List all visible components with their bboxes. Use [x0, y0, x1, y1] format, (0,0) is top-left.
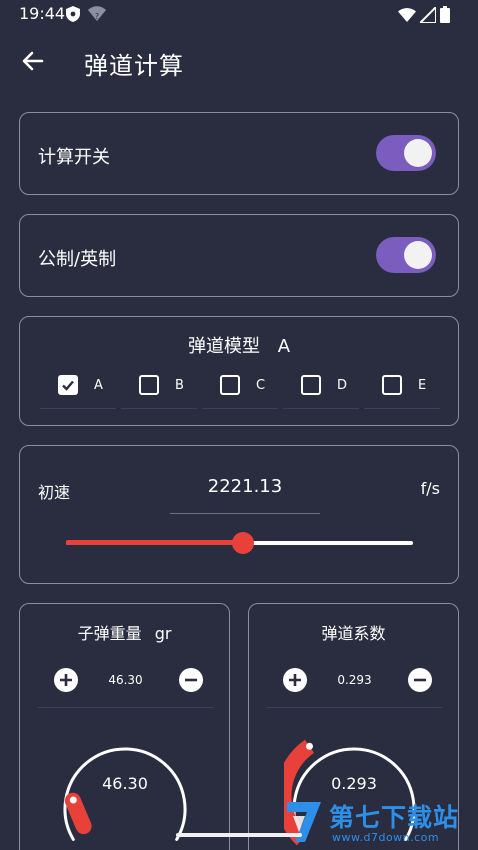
shield-icon: [66, 6, 80, 22]
bullet-weight-unit: gr: [154, 624, 172, 643]
model-option-a[interactable]: A: [40, 367, 116, 409]
unit-switch-card: 公制/英制: [19, 214, 459, 297]
unit-switch-toggle[interactable]: [376, 237, 436, 273]
status-time: 19:44: [19, 4, 66, 23]
velocity-slider[interactable]: [66, 530, 413, 556]
bc-gauge-value: 0.293: [331, 774, 377, 793]
bc-title: 弹道系数: [249, 620, 458, 644]
model-option-label: B: [175, 378, 184, 393]
bullet-weight-stepper-value: 46.30: [108, 673, 143, 687]
watermark-name: 第七下载站: [329, 803, 460, 832]
app-bar: 弹道计算: [0, 28, 478, 98]
watermark-url: www.d7down.com: [332, 831, 440, 844]
model-option-e[interactable]: E: [364, 367, 440, 409]
model-option-b[interactable]: B: [121, 367, 197, 409]
slider-fill: [66, 540, 243, 545]
minus-button[interactable]: [408, 668, 432, 692]
velocity-input[interactable]: 2221.13: [170, 476, 320, 497]
checkbox-icon: [301, 375, 321, 395]
minus-icon: [414, 678, 426, 682]
bullet-weight-title: 子弹重量 gr: [20, 620, 229, 644]
plus-icon: [60, 674, 72, 686]
gauge-handle[interactable]: [306, 742, 313, 750]
model-selected-value: A: [277, 336, 291, 357]
model-checkbox-row: A B C D E: [40, 367, 440, 409]
home-indicator[interactable]: [176, 833, 302, 837]
gauge-fill: [64, 792, 92, 835]
model-option-label: E: [418, 378, 427, 393]
minus-button[interactable]: [179, 668, 203, 692]
page-title: 弹道计算: [84, 52, 184, 80]
velocity-input-underline: [170, 513, 320, 514]
model-option-d[interactable]: D: [283, 367, 359, 409]
plus-icon: [289, 674, 301, 686]
bullet-weight-card: 子弹重量 gr 46.30 46.30: [19, 603, 230, 850]
toggle-knob: [404, 241, 432, 269]
checkbox-icon: [382, 375, 402, 395]
calc-switch-label: 计算开关: [38, 147, 110, 168]
back-arrow-icon[interactable]: [18, 46, 48, 76]
battery-icon: [440, 6, 450, 23]
checkbox-icon: [139, 375, 159, 395]
minus-icon: [185, 678, 197, 682]
svg-text:?: ?: [95, 12, 99, 21]
plus-button[interactable]: [54, 668, 78, 692]
status-right-icons: [398, 6, 450, 23]
signal-icon: [420, 6, 436, 23]
bullet-weight-stepper: 46.30: [38, 664, 213, 708]
model-option-label: D: [337, 378, 348, 393]
model-title-label: 弹道模型: [187, 336, 260, 357]
ballistic-model-card: 弹道模型 A A B C D E: [19, 316, 459, 426]
velocity-unit: f/s: [420, 479, 440, 498]
bc-title-label: 弹道系数: [321, 624, 386, 643]
bullet-weight-title-label: 子弹重量: [77, 624, 142, 643]
toggle-knob: [404, 139, 432, 167]
watermark-logo: [287, 802, 321, 842]
unit-switch-label: 公制/英制: [38, 249, 117, 270]
wifi-question-icon: ?: [88, 6, 106, 21]
model-option-c[interactable]: C: [202, 367, 278, 409]
model-option-label: A: [94, 378, 103, 393]
status-bar: 19:44 ?: [0, 0, 478, 28]
model-title: 弹道模型 A: [20, 332, 458, 358]
calc-switch-card: 计算开关: [19, 112, 459, 195]
status-left-icons: ?: [66, 6, 106, 22]
watermark: 第七下载站 www.d7down.com: [285, 796, 478, 850]
calc-switch-toggle[interactable]: [376, 135, 436, 171]
bullet-weight-gauge-value: 46.30: [102, 774, 148, 793]
bc-stepper-value: 0.293: [337, 673, 372, 687]
checkbox-checked-icon: [58, 375, 78, 395]
model-option-label: C: [256, 378, 266, 393]
gauge-handle[interactable]: [69, 796, 77, 804]
checkbox-icon: [220, 375, 240, 395]
slider-thumb[interactable]: [231, 532, 254, 554]
wifi-icon: [398, 7, 416, 22]
velocity-label: 初速: [38, 483, 71, 502]
bc-stepper: 0.293: [267, 664, 442, 708]
plus-button[interactable]: [283, 668, 307, 692]
velocity-card: 初速 2221.13 f/s: [19, 445, 459, 584]
